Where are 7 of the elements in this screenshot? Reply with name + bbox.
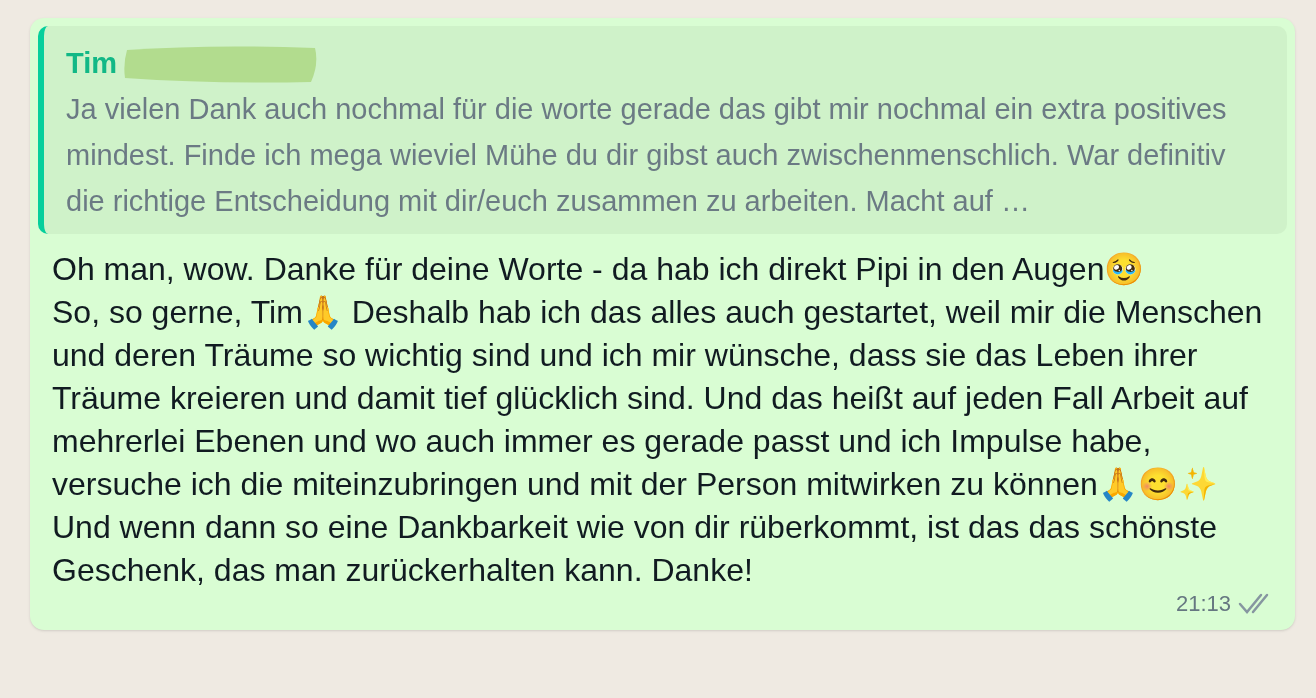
- quoted-message[interactable]: [38, 26, 1287, 234]
- quoted-text: Ja vielen Dank auch nochmal für die worte gerade das gibt mir nochmal ein extra positives mindest. Finde ich mega wieviel Mühe du dir gibst auch zwischenmenschlich. War definitiv die richtige Entscheidung mit dir/euch zusammen zu arbeiten. Macht auf …: [66, 92, 1228, 219]
- message-text: Und wenn dann so eine Dankbarkeit wie von dir rüberkommt, ist das das schönste Geschenk, das man zurückerhalten kann. Danke!: [52, 508, 1219, 590]
- quoted-sender: Tim: [66, 46, 118, 82]
- message-text: So, so gerne, Tim🙏 Deshalb hab ich das alles auch gestartet, weil mir die Menschen und deren Träume so wichtig sind und ich mir wünsche, dass sie das Leben ihrer Träume kreieren und damit tief glücklich sind. Und das heißt auf jeden Fall Arbeit auf mehrerlei Ebenen und wo auch immer es gerade passt und ich Impulse habe, versuche ich die miteinzubringen und mit der Person mitwirken zu können🙏😊✨: [52, 293, 1264, 504]
- message-text: Oh man, wow. Danke für deine Worte - da hab ich direkt Pipi in den Augen🥹: [52, 250, 1146, 289]
- timestamp: 21:13: [1175, 590, 1231, 618]
